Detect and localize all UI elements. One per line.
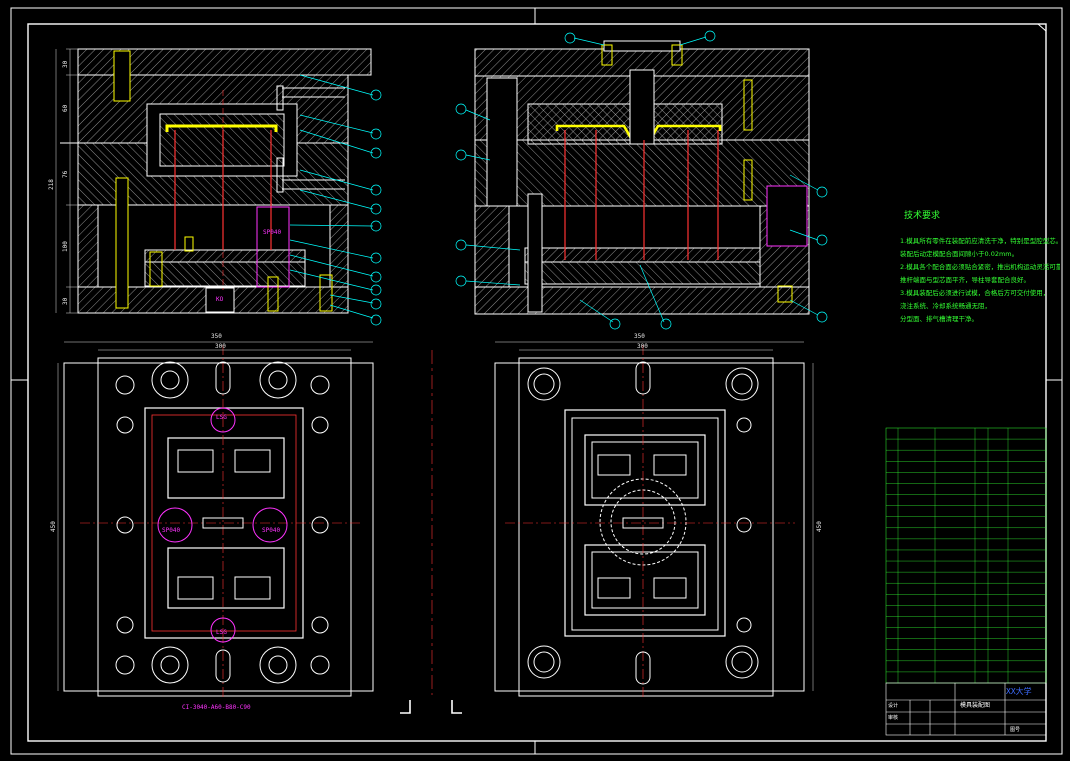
dim-left-outer-width: 350 bbox=[211, 333, 222, 340]
title-school: XX大学 bbox=[1006, 687, 1032, 696]
dim-right-outer-width: 350 bbox=[634, 333, 645, 340]
mold-assembly-drawing bbox=[10, 7, 1063, 755]
label-ko: KO bbox=[216, 296, 224, 303]
requirement-line: 2.模具各个配合面必须贴合紧密，推出机构运动灵活可靠， bbox=[900, 263, 1060, 271]
bom-rows bbox=[886, 428, 1046, 683]
dim-section-c: 100 bbox=[62, 241, 69, 252]
requirement-line: 推杆端面与型芯面平齐，导柱导套配合良好。 bbox=[900, 276, 1030, 284]
label-sp-right: SP040 bbox=[262, 527, 281, 534]
right-plan-view bbox=[494, 345, 805, 700]
technical-requirements: 技术要求 1.模具所有零件在装配前应清洗干净，特别是型腔型芯。 装配后动定模配合… bbox=[900, 208, 1060, 326]
right-section-view bbox=[474, 40, 810, 315]
dim-section-top: 30 bbox=[62, 60, 69, 68]
left-vertical-dimension-lines bbox=[55, 48, 78, 314]
left-plan-view bbox=[63, 345, 374, 700]
requirement-line: 浇注系统、冷却系统畅通无阻， bbox=[900, 302, 991, 310]
dim-section-total: 218 bbox=[48, 179, 55, 190]
left-section-view bbox=[60, 48, 372, 314]
section-cut-markers bbox=[400, 700, 462, 714]
bill-of-materials bbox=[885, 427, 1047, 684]
dim-right-plan-height: 450 bbox=[816, 521, 823, 532]
dim-left-plan-height: 450 bbox=[50, 521, 57, 532]
label-ld-top: LSG bbox=[216, 414, 227, 421]
dim-section-bottom: 30 bbox=[62, 297, 69, 305]
title-drawing-name: 模具装配图 bbox=[960, 702, 991, 709]
title-drawing-no: 图号 bbox=[1010, 727, 1021, 733]
dim-right-inner-width: 300 bbox=[637, 343, 648, 350]
label-ld-bottom: LSG bbox=[216, 629, 227, 636]
requirement-line: 分型面、排气槽清理干净。 bbox=[900, 315, 978, 323]
dim-left-inner-width: 300 bbox=[215, 343, 226, 350]
requirement-line: 1.模具所有零件在装配前应清洗干净，特别是型腔型芯。 bbox=[900, 237, 1060, 245]
title-checker: 审核 bbox=[888, 715, 899, 721]
part-code: CI-3040-A60-B80-C90 bbox=[182, 704, 251, 711]
dim-section-b: 76 bbox=[62, 170, 69, 178]
title-designer: 设计 bbox=[888, 703, 899, 709]
technical-requirements-title: 技术要求 bbox=[904, 211, 941, 221]
left-plan-dimensions bbox=[57, 341, 373, 691]
requirement-line: 3.模具装配后必须进行试模，合格后方可交付使用， bbox=[900, 289, 1050, 297]
label-sp-top: SP040 bbox=[263, 229, 282, 236]
requirement-line: 装配后动定模配合面间隙小于0.02mm。 bbox=[900, 250, 1019, 258]
dim-section-a: 60 bbox=[62, 104, 69, 112]
label-sp-left: SP040 bbox=[162, 527, 181, 534]
